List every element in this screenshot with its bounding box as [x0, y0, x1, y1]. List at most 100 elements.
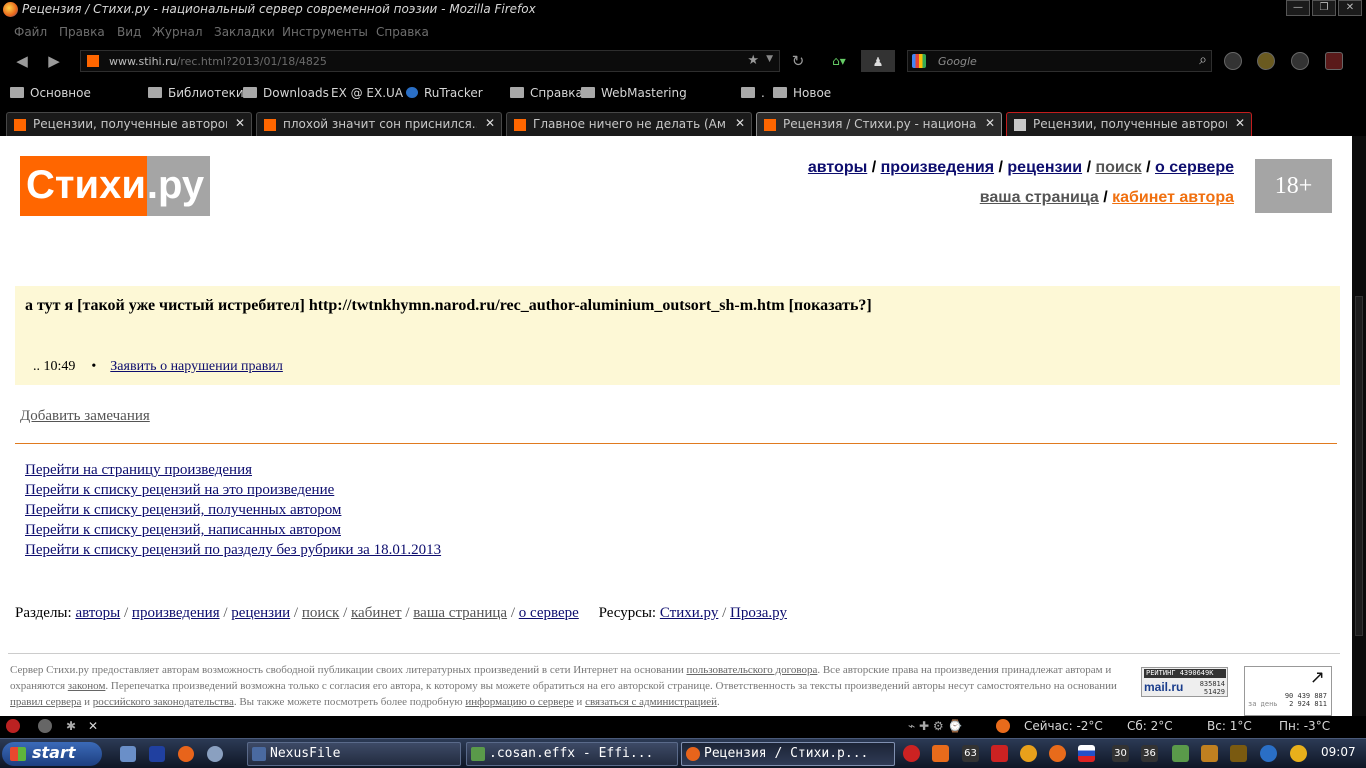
nav-about[interactable]: о сервере — [1155, 159, 1234, 176]
bookmark-help[interactable]: Справка — [510, 86, 583, 100]
bug-icon[interactable]: ✱ — [66, 719, 76, 733]
task-firefox[interactable]: Рецензия / Стихи.р... — [681, 742, 895, 766]
addon-t-icon[interactable] — [1325, 52, 1343, 70]
footer-link-info[interactable]: информацию о сервере — [465, 696, 573, 708]
scrollbar-thumb[interactable] — [1355, 296, 1363, 636]
close-window-button[interactable]: ✕ — [1338, 0, 1362, 16]
tray-app-icon[interactable] — [1020, 745, 1037, 762]
persona-button[interactable]: ♟ — [861, 50, 895, 72]
maximize-button[interactable]: ❐ — [1312, 0, 1336, 16]
url-text[interactable]: www.stihi.ru/rec.html?2013/01/18/4825 — [109, 55, 327, 68]
tray-counter-63[interactable]: 63 — [962, 745, 979, 762]
close-tab-icon[interactable]: ✕ — [235, 116, 245, 130]
report-violation-link[interactable]: Заявить о нарушении правил — [110, 359, 283, 374]
tray-network-icon[interactable] — [1260, 745, 1277, 762]
back-button[interactable]: ◀ — [10, 50, 34, 72]
bookmark-exua[interactable]: EX @ EX.UA — [331, 86, 403, 100]
status-addon-icons[interactable]: ⌁ ✚ ⚙ ⌚ — [908, 719, 962, 733]
section-cabinet[interactable]: кабинет — [351, 605, 402, 621]
addon-globe-icon[interactable] — [1224, 52, 1242, 70]
nav-search[interactable]: поиск — [1095, 159, 1141, 176]
section-reviews[interactable]: рецензии — [231, 605, 290, 621]
bookmark-new[interactable]: Новое — [773, 86, 831, 100]
tray-record-icon[interactable] — [903, 745, 920, 762]
show-desktop-icon[interactable] — [120, 746, 136, 762]
nav-author-cabinet[interactable]: кабинет автора — [1112, 189, 1234, 206]
tab-review-active[interactable]: Рецензия / Стихи.ру - национальн... ✕ — [756, 112, 1002, 136]
weather-icon[interactable] — [996, 719, 1010, 734]
reload-button[interactable]: ↻ — [788, 50, 808, 72]
search-bar[interactable]: Google ⌕ — [907, 50, 1212, 72]
tray-app-icon[interactable] — [932, 745, 949, 762]
tab-do-nothing[interactable]: Главное ничего не делать (Аминь... ✕ — [506, 112, 752, 136]
liveinternet-counter[interactable]: ↗ 90 439 887 за день 2 924 811 — [1244, 666, 1332, 716]
menu-file[interactable]: Файл — [14, 25, 47, 39]
tray-c-icon[interactable] — [991, 745, 1008, 762]
nav-your-page[interactable]: ваша страница — [980, 189, 1099, 206]
tab-reviews-1[interactable]: Рецензии, полученные автором А... ✕ — [6, 112, 252, 136]
url-dropdown-icon[interactable]: ▼ — [766, 54, 773, 64]
nav-reviews[interactable]: рецензии — [1007, 159, 1082, 176]
task-nexusfile[interactable]: NexusFile — [247, 742, 461, 766]
minimize-button[interactable]: — — [1286, 0, 1310, 16]
section-about[interactable]: о сервере — [519, 605, 579, 621]
tray-app-icon[interactable] — [1230, 745, 1247, 762]
quicklaunch-icon[interactable] — [149, 746, 165, 762]
bookmark-dot[interactable]: . — [741, 86, 765, 100]
menu-view[interactable]: Вид — [117, 25, 141, 39]
tray-app-icon[interactable] — [1201, 745, 1218, 762]
tray-counter-36[interactable]: 36 — [1141, 745, 1158, 762]
page-scrollbar[interactable] — [1352, 136, 1366, 716]
bookmark-webmastering[interactable]: WebMastering — [581, 86, 687, 100]
close-tab-icon[interactable]: ✕ — [735, 116, 745, 130]
close-status-icon[interactable]: ✕ — [88, 719, 98, 733]
resource-proza[interactable]: Проза.ру — [730, 605, 787, 621]
url-bar[interactable]: www.stihi.ru/rec.html?2013/01/18/4825 ★ … — [80, 50, 780, 72]
start-button[interactable]: start — [2, 742, 102, 766]
abp-icon[interactable] — [6, 719, 20, 734]
firefox-quicklaunch-icon[interactable] — [178, 746, 194, 762]
close-tab-icon[interactable]: ✕ — [1235, 116, 1245, 130]
bookmark-osnovnoe[interactable]: Основное — [10, 86, 91, 100]
add-note-link[interactable]: Добавить замечания — [20, 408, 150, 425]
menu-bookmarks[interactable]: Закладки — [214, 25, 275, 39]
download-icon[interactable] — [1291, 52, 1309, 70]
tray-app-icon[interactable] — [1290, 745, 1307, 762]
footer-link-rules[interactable]: правил сервера — [10, 696, 81, 708]
link-work-reviews[interactable]: Перейти к списку рецензий на это произве… — [25, 480, 441, 500]
home-button[interactable]: ⌂▾ — [824, 50, 854, 72]
search-icon[interactable]: ⌕ — [1199, 52, 1207, 68]
quicklaunch-icon[interactable] — [207, 746, 223, 762]
bookmark-rutracker[interactable]: RuTracker — [406, 86, 483, 100]
footer-link-law[interactable]: законом — [68, 680, 106, 692]
link-to-work[interactable]: Перейти на страницу произведения — [25, 460, 441, 480]
footer-link-contact[interactable]: связаться с администрацией — [585, 696, 717, 708]
link-written-reviews[interactable]: Перейти к списку рецензий, написанных ав… — [25, 520, 441, 540]
site-logo[interactable]: Стихи .ру — [20, 156, 211, 216]
resource-stihi[interactable]: Стихи.ру — [660, 605, 718, 621]
menu-help[interactable]: Справка — [376, 25, 429, 39]
section-search[interactable]: поиск — [302, 605, 340, 621]
footer-link-agreement[interactable]: пользовательского договора — [686, 664, 817, 676]
tab-reviews-2[interactable]: Рецензии, полученные автором Во... ✕ — [1006, 112, 1252, 136]
section-works[interactable]: произведения — [132, 605, 220, 621]
bookmark-libraries[interactable]: Библиотеки — [148, 86, 244, 100]
tray-counter-30[interactable]: 30 — [1112, 745, 1129, 762]
menu-history[interactable]: Журнал — [152, 25, 203, 39]
footer-link-legislation[interactable]: российского законодательства — [93, 696, 234, 708]
menu-tools[interactable]: Инструменты — [282, 25, 368, 39]
close-tab-icon[interactable]: ✕ — [485, 116, 495, 130]
tray-app-icon[interactable] — [1172, 745, 1189, 762]
tray-app-icon[interactable] — [1049, 745, 1066, 762]
nav-authors[interactable]: авторы — [808, 159, 867, 176]
bookmark-downloads[interactable]: Downloads — [243, 86, 329, 100]
language-ru-icon[interactable] — [1078, 745, 1095, 762]
link-section-reviews[interactable]: Перейти к списку рецензий по разделу без… — [25, 540, 441, 560]
link-received-reviews[interactable]: Перейти к списку рецензий, полученных ав… — [25, 500, 441, 520]
close-tab-icon[interactable]: ✕ — [985, 116, 995, 130]
mailru-counter[interactable]: РЕЙТИНГ 4390649К mail.ru 835814 51429 — [1141, 667, 1228, 697]
section-authors[interactable]: авторы — [75, 605, 120, 621]
tab-bad-dream[interactable]: плохой значит сон приснился.. (А... ✕ — [256, 112, 502, 136]
menu-edit[interactable]: Правка — [59, 25, 105, 39]
task-effi[interactable]: .cosan.effx - Effi... — [466, 742, 678, 766]
